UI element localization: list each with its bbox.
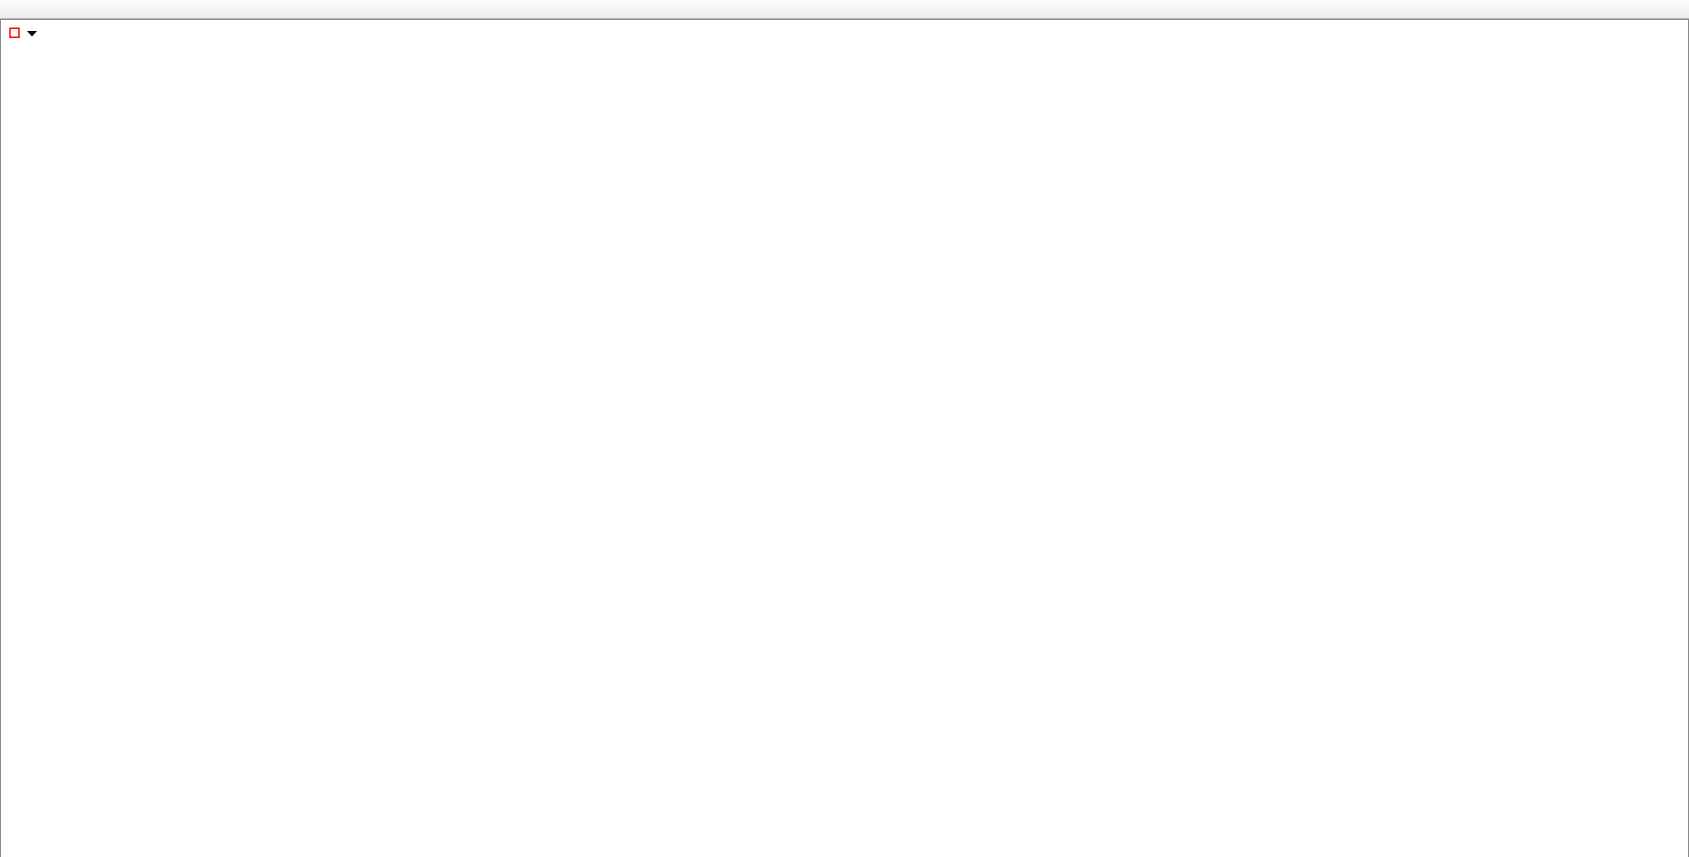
chart-menu-triangle-icon[interactable]	[27, 31, 37, 37]
toolbar	[0, 0, 1689, 19]
mt4-application	[0, 0, 1689, 857]
chart-window[interactable]	[0, 19, 1689, 857]
line-anchor-square[interactable]	[10, 28, 19, 37]
chart-canvas[interactable]	[1, 20, 1688, 857]
